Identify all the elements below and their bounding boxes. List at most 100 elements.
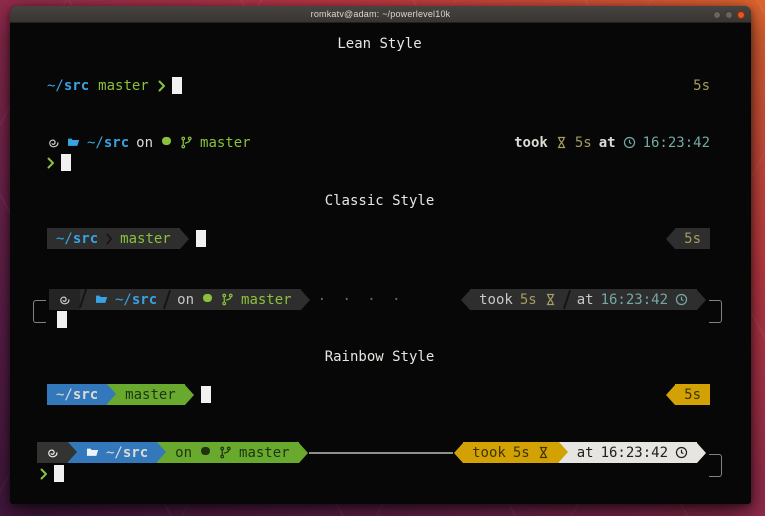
octocat-icon: [201, 293, 214, 306]
path-prefix: ~/: [106, 445, 123, 461]
clock-icon: [675, 446, 688, 459]
at-label: at: [577, 292, 594, 308]
separator-slash: [563, 290, 571, 309]
path-name: src: [73, 387, 98, 403]
path-name: src: [73, 231, 98, 247]
git-branch-icon: [180, 136, 193, 149]
on-label: on: [175, 445, 192, 461]
powerline-arrow: [68, 442, 77, 462]
duration: 5s: [693, 78, 710, 94]
separator-chevron-icon: [105, 233, 113, 245]
cursor[interactable]: [172, 77, 182, 94]
debian-swirl-icon: [46, 446, 59, 459]
clock-icon: [623, 136, 636, 149]
powerline-arrow: [461, 290, 470, 310]
powerline-arrow: [559, 442, 568, 462]
git-branch-icon: [219, 446, 232, 459]
at-label: at: [599, 135, 616, 151]
separator-slash: [163, 290, 171, 309]
lean-full-prompt-line2: [33, 152, 710, 173]
minimize-button[interactable]: [713, 11, 721, 19]
git-branch-icon: [221, 293, 234, 306]
open-folder-icon: [67, 136, 80, 149]
duration: 5s: [513, 445, 530, 461]
hourglass-icon: [555, 136, 568, 149]
powerline-arrow: [666, 385, 675, 405]
gap-filler-dots: · · · ·: [318, 292, 405, 308]
powerline-arrow: [107, 384, 116, 404]
chevron-right-icon: [40, 468, 48, 480]
path-name: src: [104, 135, 129, 151]
open-folder-icon: [95, 293, 108, 306]
prompt-frame-left: [33, 300, 46, 323]
rainbow-full-prompt-line2: [40, 463, 710, 484]
path-prefix: ~/: [115, 292, 132, 308]
git-branch: master: [239, 445, 290, 461]
close-button[interactable]: [737, 11, 745, 19]
cursor[interactable]: [57, 311, 67, 328]
path-prefix: ~/: [56, 387, 73, 403]
duration: 5s: [684, 231, 701, 247]
powerline-arrow: [180, 229, 189, 249]
on-label: on: [177, 292, 194, 308]
chevron-right-icon: [47, 157, 55, 169]
took-label: took: [479, 292, 513, 308]
powerline-arrow: [157, 442, 166, 462]
on-label: on: [136, 135, 153, 151]
duration: 5s: [520, 292, 537, 308]
powerline-arrow: [185, 385, 194, 405]
debian-swirl-icon: [58, 293, 71, 306]
path-prefix: ~/: [87, 135, 104, 151]
git-branch: master: [200, 135, 251, 151]
time: 16:23:42: [601, 292, 668, 308]
maximize-button[interactable]: [725, 11, 733, 19]
path-prefix: ~/: [47, 78, 64, 94]
powerline-arrow: [299, 443, 308, 463]
at-label: at: [577, 445, 594, 461]
time: 16:23:42: [601, 445, 668, 461]
powerline-arrow: [697, 443, 706, 463]
powerline-arrow: [666, 229, 675, 249]
classic-simple-prompt: ~/src master 5s: [33, 228, 710, 249]
classic-full-prompt-line2: [57, 309, 710, 330]
titlebar[interactable]: romkatv@adam: ~/powerlevel10k: [10, 6, 751, 23]
cursor[interactable]: [61, 154, 71, 171]
prompt-frame-right: [709, 454, 722, 477]
path-name: src: [123, 445, 148, 461]
duration: 5s: [575, 135, 592, 151]
hourglass-icon: [544, 293, 557, 306]
hourglass-icon: [537, 446, 550, 459]
git-branch: master: [98, 78, 149, 94]
octocat-icon: [160, 136, 173, 149]
terminal-content[interactable]: Lean Style ~/src master 5s ~/src on: [10, 23, 749, 503]
classic-full-prompt-line1: ~/src on master · · · · took 5s: [49, 289, 706, 310]
took-label: took: [514, 135, 548, 151]
git-branch: master: [120, 231, 171, 247]
rainbow-simple-prompt: ~/src master 5s: [33, 384, 710, 405]
took-label: took: [472, 445, 506, 461]
section-title-classic: Classic Style: [10, 193, 749, 209]
powerline-arrow: [697, 290, 706, 310]
octocat-icon: [199, 446, 212, 459]
section-title-rainbow: Rainbow Style: [10, 349, 749, 365]
path-prefix: ~/: [56, 231, 73, 247]
cursor[interactable]: [196, 230, 206, 247]
chevron-right-icon: [158, 80, 166, 92]
cursor[interactable]: [201, 386, 211, 403]
git-branch: master: [125, 387, 176, 403]
terminal-window: romkatv@adam: ~/powerlevel10k Lean Style…: [10, 6, 751, 504]
open-folder-icon: [86, 446, 99, 459]
powerline-arrow: [454, 443, 463, 463]
powerline-arrow: [301, 290, 310, 310]
clock-icon: [675, 293, 688, 306]
window-controls: [713, 6, 745, 23]
section-title-lean: Lean Style: [10, 36, 749, 52]
lean-simple-prompt: ~/src master 5s: [33, 75, 710, 96]
path-name: src: [132, 292, 157, 308]
cursor[interactable]: [54, 465, 64, 482]
prompt-frame-right: [709, 300, 722, 323]
git-branch: master: [241, 292, 292, 308]
path-name: src: [64, 78, 89, 94]
rainbow-full-prompt-line1: ~/src on master took 5s: [33, 442, 706, 463]
desktop-wallpaper: romkatv@adam: ~/powerlevel10k Lean Style…: [0, 0, 765, 516]
